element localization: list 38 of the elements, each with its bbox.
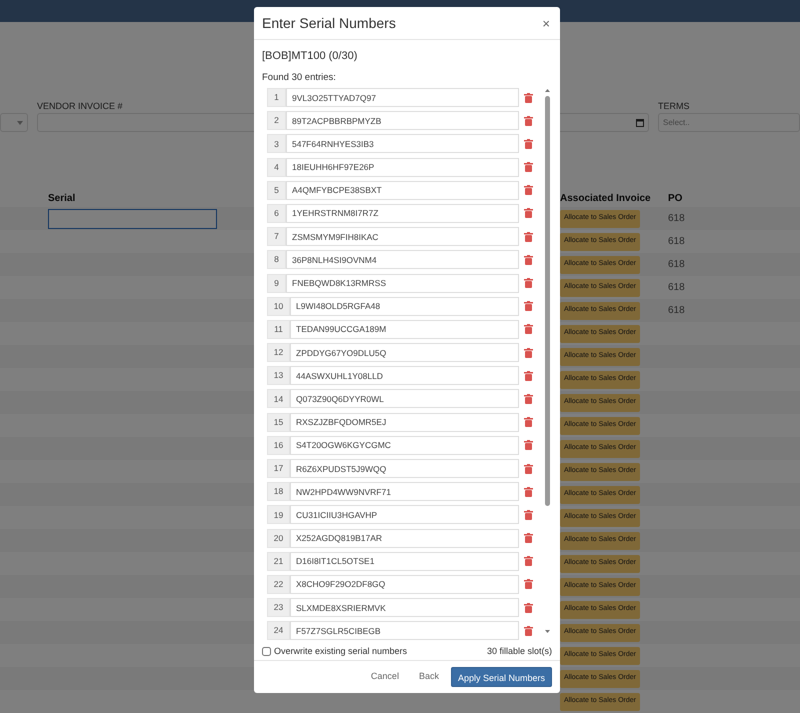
index-label: 2 [267,111,286,130]
index-label: 9 [267,274,286,293]
column-header: Serial [48,192,76,206]
item-title: [BOB]MT100 (0/30) [262,49,358,64]
index-label: 13 [267,366,290,386]
index-label: 3 [267,134,286,154]
index-label: 22 [267,574,290,594]
index-label: 8 [267,250,286,270]
index-label: 16 [267,436,290,455]
index-label: 10 [267,296,290,316]
index-label: 14 [267,389,290,408]
po-cell-text: 618 [668,304,686,318]
entries-count: Found 30 entries: [262,70,337,85]
index-label: 1 [267,88,286,108]
index-label: 12 [267,343,290,362]
index-label: 15 [267,412,290,432]
index-label: 18 [267,482,290,502]
index-label: 5 [267,180,286,200]
modal-title: Enter Serial Numbers [262,14,396,32]
field-label: VENDOR INVOICE # [37,100,123,113]
column-header: PO [668,192,684,206]
index-label: 24 [267,621,290,640]
po-cell-text: 618 [668,258,686,272]
index-label: 6 [267,204,286,223]
index-label: 23 [267,598,290,618]
column-header: Associated Invoice [560,192,652,206]
po-cell-text: 618 [668,281,686,295]
index-label: 17 [267,459,290,478]
po-cell-text: 618 [668,212,686,226]
index-label: 21 [267,552,290,571]
index-label: 20 [267,528,290,548]
slots-count: 30 fillable slot(s) [486,645,552,658]
index-label: 11 [267,320,290,339]
po-cell-text: 618 [668,235,686,249]
field-label: TERMS [658,100,690,113]
index-label: 19 [267,505,290,524]
index-label: 7 [267,227,286,246]
index-label: 4 [267,158,286,177]
